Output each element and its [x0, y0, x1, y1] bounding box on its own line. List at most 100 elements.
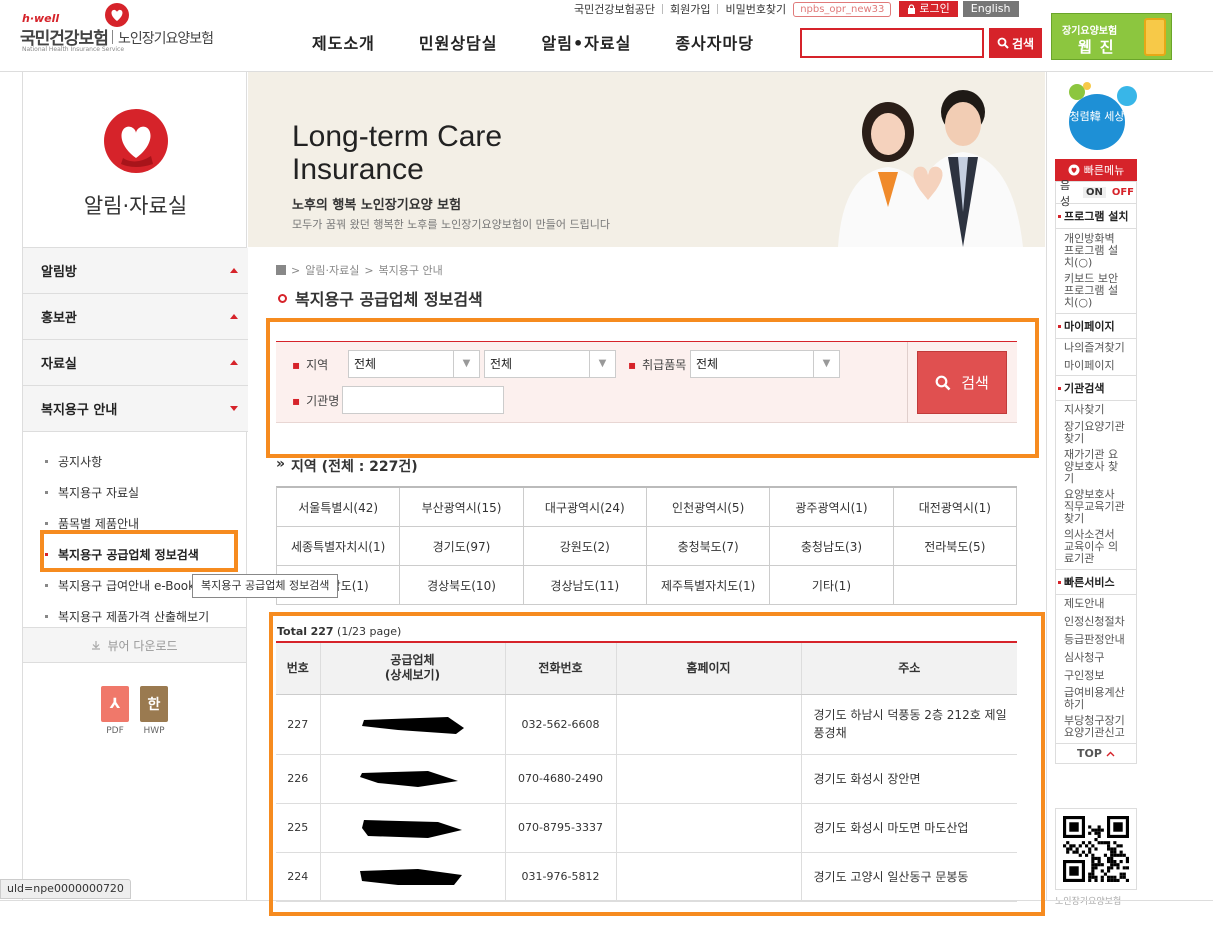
region-row: 전라남도(1) 경상북도(10) 경상남도(11) 제주특별자치도(1) 기타(… [277, 566, 1017, 605]
gnb-item-civil[interactable]: 민원상담실 [419, 30, 498, 54]
voice-on-button[interactable]: ON [1082, 187, 1106, 198]
total-number: 227 [310, 625, 334, 638]
gnb-item-notice[interactable]: 알림•자료실 [542, 30, 632, 54]
join-link[interactable]: 회원가입 [670, 1, 710, 17]
cell-supplier[interactable] [319, 694, 505, 755]
sidebar-item-archive[interactable]: 자료실 [23, 340, 248, 386]
cell-supplier[interactable] [319, 852, 505, 902]
breadcrumb-item[interactable]: 알림·자료실 [305, 262, 359, 278]
region-cell[interactable]: 기타(1) [770, 566, 894, 604]
region-cell[interactable]: 인천광역시(5) [647, 488, 771, 526]
table-header-row: 번호 공급업체 (상세보기) 전화번호 홈페이지 주소 [276, 642, 1017, 695]
sidebar-item-notice-room[interactable]: 알림방 [23, 248, 248, 294]
pdf-download[interactable]: ⅄ PDF [100, 686, 130, 736]
webzine-banner[interactable]: 장기요양보험 웹진 [1051, 13, 1172, 60]
header-search-button[interactable]: 검색 [989, 28, 1042, 58]
chevron-up-icon [230, 360, 238, 365]
quick-section-label: 프로그램 설치 [1064, 210, 1129, 223]
quick-item-branch[interactable]: 지사찾기 [1056, 401, 1136, 419]
sidebar-item-label: 알림방 [41, 265, 77, 280]
highlight-box [40, 530, 238, 572]
quick-item-doctor-opinion[interactable]: 의사소견서 교육이수 의료기관 [1056, 527, 1136, 569]
cell-home[interactable] [615, 803, 801, 853]
tooltip: 복지용구 공급업체 정보검색 [192, 574, 339, 598]
quick-item-benefit-calc[interactable]: 급여비용계산하기 [1056, 685, 1136, 713]
hwp-download[interactable]: 한 HWP [139, 686, 169, 736]
quick-item-grade-guide[interactable]: 등급판정안내 [1056, 631, 1136, 649]
chevron-up-icon [230, 314, 238, 319]
bullet-icon [1058, 580, 1061, 584]
gnb-item-system[interactable]: 제도소개 [312, 30, 375, 54]
breadcrumb-sep: > [364, 263, 374, 277]
item-select[interactable]: 전체 ▼ [690, 350, 840, 378]
region-select-1[interactable]: 전체 ▼ [348, 350, 480, 378]
quick-item-fraud-report[interactable]: 부당청구장기요양기관신고 [1056, 713, 1136, 743]
region-cell[interactable]: 세종특별자치시(1) [277, 527, 401, 565]
home-icon[interactable] [276, 265, 286, 275]
voice-off-button[interactable]: OFF [1110, 187, 1136, 198]
region-cell[interactable]: 경기도(97) [400, 527, 524, 565]
login-button[interactable]: 로그인 [899, 1, 958, 17]
bullet-icon [45, 522, 48, 525]
integrity-logo-icon: 청렴韓 세상 [1069, 82, 1137, 150]
region-cell[interactable]: 제주특별자치도(1) [647, 566, 771, 604]
cell-home[interactable] [615, 852, 801, 902]
footer-divider [0, 900, 1213, 901]
sidebar-item-welfare-guide[interactable]: 복지용구 안내 [23, 386, 248, 432]
region-cell[interactable]: 대구광역시(24) [524, 488, 647, 526]
english-button[interactable]: English [962, 1, 1019, 17]
redacted-mark [361, 819, 462, 838]
region-cell[interactable]: 광주광역시(1) [770, 488, 894, 526]
top-label: TOP [1077, 747, 1102, 760]
cell-supplier[interactable] [319, 754, 505, 804]
region-cell[interactable]: 대전광역시(1) [894, 488, 1017, 526]
region-cell[interactable]: 충청북도(7) [647, 527, 771, 565]
quick-item-keyboard-security[interactable]: 키보드 보안 프로그램 설치(○) [1056, 271, 1136, 313]
viewer-download-button[interactable]: 뷰어 다운로드 [23, 627, 246, 663]
region-cell[interactable]: 전라북도(5) [894, 527, 1017, 565]
banner-people-image [808, 72, 1045, 247]
filter-search-button[interactable]: 검색 [917, 351, 1007, 414]
quick-item-caregiver[interactable]: 재가기관 요양보호사 찾기 [1056, 447, 1136, 487]
region-select-2[interactable]: 전체 ▼ [484, 350, 616, 378]
site-logo[interactable]: h·well 국민건강보험 노인장기요양보험 National Health I… [20, 3, 230, 54]
nhis-link[interactable]: 국민건강보험공단 [574, 1, 655, 17]
submenu-item-welfare-archive[interactable]: 복지용구 자료실 [23, 477, 248, 508]
region-cell[interactable]: 경상북도(10) [400, 566, 524, 604]
breadcrumb-item[interactable]: 복지용구 안내 [379, 262, 443, 278]
quick-item-training[interactable]: 요양보호사 직무교육기관 찾기 [1056, 487, 1136, 527]
quick-item-system-guide[interactable]: 제도안내 [1056, 595, 1136, 613]
submenu-item-notice[interactable]: 공지사항 [23, 446, 248, 477]
quick-item-mypage[interactable]: 마이페이지 [1056, 357, 1136, 375]
table-row: 225 070-8795-3337 경기도 화성시 마도면 마도산업 [276, 803, 1017, 853]
region-cell[interactable]: 충청남도(3) [770, 527, 894, 565]
quick-item-ltc-org[interactable]: 장기요양기관 찾기 [1056, 419, 1136, 447]
quick-item-review-claim[interactable]: 심사청구 [1056, 649, 1136, 667]
sidebar-item-pr-hall[interactable]: 홍보관 [23, 294, 248, 340]
search-filter-panel: ▪ 지역 전체 ▼ 전체 ▼ ▪ 취급품목 전체 ▼ ▪ 기관명 검색 [276, 341, 1017, 423]
redacted-mark [361, 717, 464, 734]
quick-item-favorites[interactable]: 나의즐겨찾기 [1056, 339, 1136, 357]
quick-item-job-info[interactable]: 구인정보 [1056, 667, 1136, 685]
find-password-link[interactable]: 비밀번호찾기 [725, 1, 786, 17]
quick-item-apply-process[interactable]: 인정신청절차 [1056, 613, 1136, 631]
region-cell[interactable]: 경상남도(11) [524, 566, 647, 604]
region-cell[interactable]: 부산광역시(15) [400, 488, 524, 526]
qr-code[interactable] [1055, 808, 1137, 890]
top-button[interactable]: TOP [1056, 743, 1136, 763]
header-search-input[interactable] [800, 28, 984, 58]
filter-search-label: 검색 [961, 374, 989, 392]
sidebar-item-label: 홍보관 [41, 311, 77, 326]
quick-item-firewall[interactable]: 개인방화벽 프로그램 설치(○) [1056, 229, 1136, 271]
table-row: 227 032-562-6608 경기도 하남시 덕풍동 2층 212호 제일풍… [276, 694, 1017, 755]
cell-home[interactable] [615, 754, 801, 804]
org-name-input[interactable] [342, 386, 504, 414]
cell-home[interactable] [615, 694, 801, 755]
user-id-badge: npbs_opr_new33 [793, 1, 892, 17]
cell-supplier[interactable] [319, 803, 505, 853]
gnb-item-workers[interactable]: 종사자마당 [675, 30, 754, 54]
logo-divider [112, 30, 113, 44]
region-cell[interactable]: 서울특별시(42) [277, 488, 401, 526]
table-row: 226 070-4680-2490 경기도 화성시 장안면 [276, 754, 1017, 804]
region-cell[interactable]: 강원도(2) [524, 527, 647, 565]
